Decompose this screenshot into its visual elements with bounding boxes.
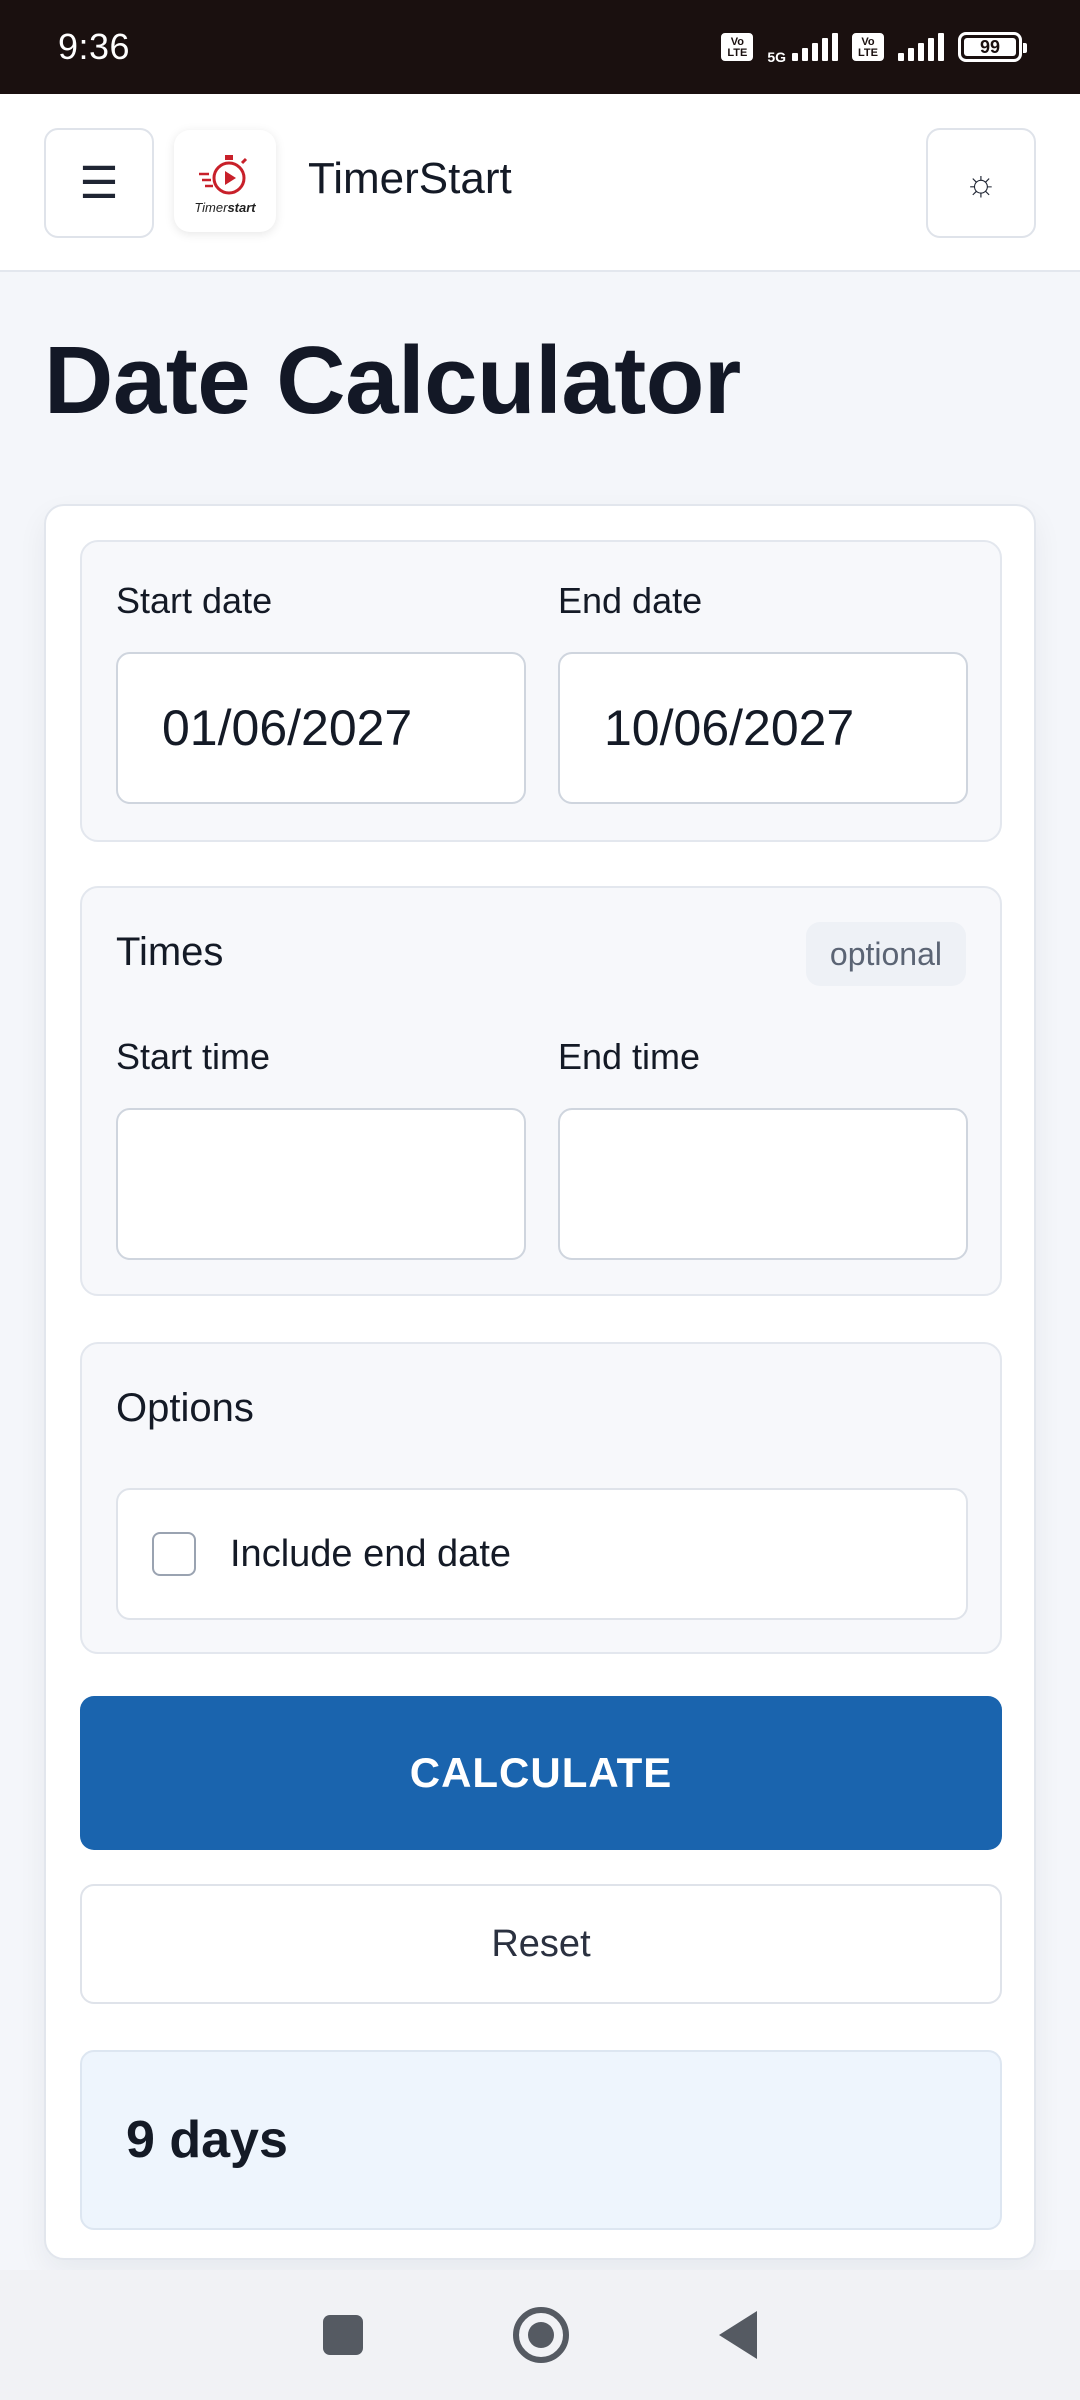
page-title: Date Calculator xyxy=(44,327,741,434)
volte-icon: Vo LTE xyxy=(721,33,754,61)
app-title[interactable]: TimerStart xyxy=(308,154,512,204)
sun-icon: ☼ xyxy=(964,162,998,203)
start-time-input[interactable] xyxy=(116,1108,526,1260)
start-time-label: Start time xyxy=(116,1036,271,1077)
battery-level: 99 xyxy=(979,36,1001,57)
home-icon[interactable] xyxy=(513,2307,569,2363)
result-panel: 9 days xyxy=(80,2050,1002,2230)
status-bar: 9:36 Vo LTE 5G Vo LTE 99 xyxy=(0,0,1080,94)
end-date-label: End date xyxy=(558,580,703,621)
system-nav-bar xyxy=(0,2270,1080,2400)
battery-icon: 99 xyxy=(958,32,1027,62)
include-end-date-checkbox[interactable] xyxy=(152,1532,196,1576)
volte-icon-2: Vo LTE xyxy=(852,33,884,61)
theme-toggle-button[interactable]: ☼ xyxy=(926,128,1036,238)
start-date-input[interactable] xyxy=(116,652,526,804)
start-date-label: Start date xyxy=(116,580,273,621)
stopwatch-play-icon xyxy=(199,154,248,194)
logo-wordmark: Timerstart xyxy=(194,199,256,215)
end-date-input[interactable] xyxy=(558,652,968,804)
recents-icon[interactable] xyxy=(323,2315,363,2355)
end-time-label: End time xyxy=(558,1036,701,1077)
menu-button[interactable]: ☰ xyxy=(44,128,154,238)
dates-section: Start date End date xyxy=(80,540,1002,842)
times-section: Times optional Start time End time xyxy=(80,886,1002,1296)
optional-badge: optional xyxy=(805,922,966,986)
reset-button[interactable]: Reset xyxy=(80,1884,1002,2004)
result-text: 9 days xyxy=(126,2111,288,2169)
hamburger-icon: ☰ xyxy=(79,158,119,208)
include-end-date-label[interactable]: Include end date xyxy=(230,1533,511,1576)
status-icons: Vo LTE 5G Vo LTE 99 xyxy=(721,29,1027,65)
signal-icon xyxy=(792,33,838,61)
options-title: Options xyxy=(116,1386,254,1430)
back-icon[interactable] xyxy=(719,2311,757,2359)
app-logo[interactable]: Timerstart xyxy=(174,130,276,232)
times-title: Times xyxy=(116,930,224,974)
options-section: Options Include end date xyxy=(80,1342,1002,1654)
status-time: 9:36 xyxy=(58,26,131,67)
network-type: 5G xyxy=(767,49,786,65)
app-header: ☰ Timerstart TimerStart ☼ xyxy=(0,94,1080,272)
calculator-card: Start date End date Times optional Start… xyxy=(44,504,1036,2260)
signal-icon-2 xyxy=(898,33,944,61)
end-time-input[interactable] xyxy=(558,1108,968,1260)
calculate-button[interactable]: CALCULATE xyxy=(80,1696,1002,1850)
include-end-date-row[interactable]: Include end date xyxy=(116,1488,968,1620)
